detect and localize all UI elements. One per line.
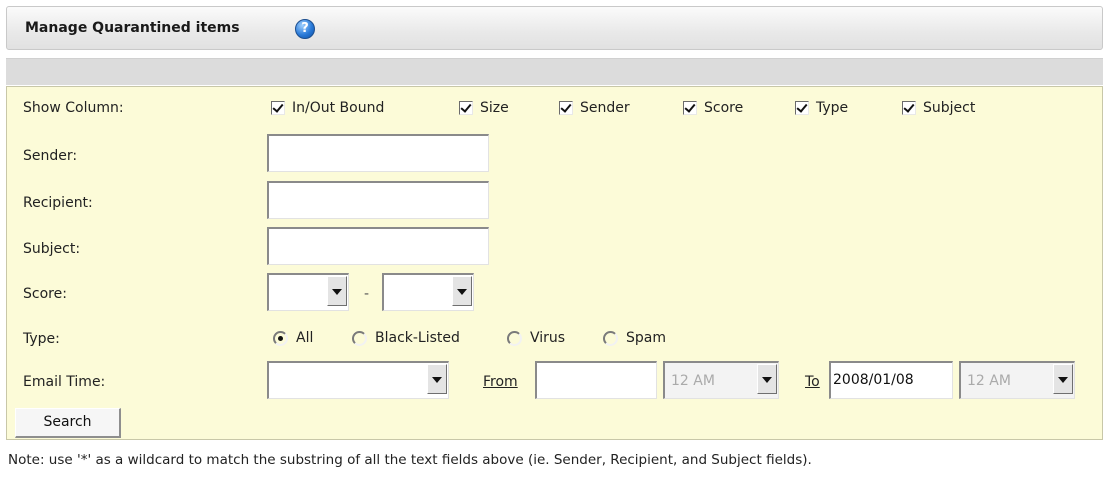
checkbox-score-label: Score [704, 100, 744, 116]
checkbox-inout-bound-box[interactable] [271, 101, 285, 115]
search-form: Show Column: In/Out Bound Size Sender Sc… [6, 86, 1103, 440]
email-time-label: Email Time: [23, 374, 106, 390]
to-hour-value: 12 AM [967, 373, 1011, 389]
radio-black-listed[interactable]: Black-Listed [352, 327, 460, 349]
score-max-select[interactable] [382, 273, 474, 311]
checkbox-type-box[interactable] [795, 101, 809, 115]
radio-virus[interactable]: Virus [507, 327, 565, 349]
chevron-down-icon[interactable] [327, 276, 347, 306]
checkbox-size-label: Size [480, 100, 509, 116]
radio-all-label: All [296, 330, 314, 346]
checkbox-score-box[interactable] [683, 101, 697, 115]
page-header: Manage Quarantined items ? [6, 6, 1103, 50]
from-date-link[interactable]: From [483, 374, 518, 390]
recipient-input[interactable] [267, 181, 489, 219]
radio-all-button[interactable] [273, 330, 288, 346]
show-column-label: Show Column: [23, 100, 124, 116]
checkbox-sender-label: Sender [580, 100, 630, 116]
checkbox-sender[interactable]: Sender [559, 97, 630, 119]
radio-spam-label: Spam [626, 330, 666, 346]
radio-virus-button[interactable] [507, 330, 522, 346]
checkbox-subject-box[interactable] [902, 101, 916, 115]
score-label: Score: [23, 286, 67, 302]
chevron-down-icon[interactable] [757, 364, 777, 394]
chevron-down-icon[interactable] [452, 276, 472, 306]
help-icon[interactable]: ? [295, 19, 315, 39]
from-hour-value: 12 AM [671, 373, 715, 389]
sender-input[interactable] [267, 134, 489, 172]
checkbox-inout-bound[interactable]: In/Out Bound [271, 97, 384, 119]
checkbox-type[interactable]: Type [795, 97, 848, 119]
score-min-select[interactable] [267, 273, 349, 311]
checkbox-size[interactable]: Size [459, 97, 509, 119]
radio-spam-button[interactable] [603, 330, 618, 346]
recipient-label: Recipient: [23, 195, 93, 211]
radio-virus-label: Virus [530, 330, 566, 346]
to-date-link[interactable]: To [805, 374, 820, 390]
subject-input[interactable] [267, 227, 489, 265]
radio-black-listed-label: Black-Listed [375, 330, 460, 346]
radio-black-listed-button[interactable] [352, 330, 367, 346]
checkbox-score[interactable]: Score [683, 97, 743, 119]
from-date-input[interactable] [535, 361, 657, 399]
from-hour-select[interactable]: 12 AM [663, 361, 779, 399]
score-range-separator: - [364, 286, 370, 302]
checkbox-subject[interactable]: Subject [902, 97, 975, 119]
checkbox-inout-bound-label: In/Out Bound [292, 100, 385, 116]
radio-spam[interactable]: Spam [603, 327, 666, 349]
search-button[interactable]: Search [15, 408, 121, 438]
quarantine-page: Manage Quarantined items ? Show Column: … [0, 0, 1111, 477]
toolbar-bar [6, 58, 1103, 85]
sender-label: Sender: [23, 148, 78, 164]
checkbox-size-box[interactable] [459, 101, 473, 115]
checkbox-subject-label: Subject [923, 100, 976, 116]
radio-all[interactable]: All [273, 327, 313, 349]
email-time-select[interactable] [267, 361, 449, 399]
subject-label: Subject: [23, 241, 81, 257]
to-hour-select[interactable]: 12 AM [959, 361, 1075, 399]
type-label: Type: [23, 331, 60, 347]
checkbox-sender-box[interactable] [559, 101, 573, 115]
to-date-input[interactable]: 2008/01/08 [829, 361, 953, 399]
chevron-down-icon[interactable] [427, 364, 447, 394]
wildcard-note: Note: use '*' as a wildcard to match the… [8, 452, 812, 468]
page-title: Manage Quarantined items [25, 20, 240, 36]
checkbox-type-label: Type [816, 100, 849, 116]
chevron-down-icon[interactable] [1053, 364, 1073, 394]
